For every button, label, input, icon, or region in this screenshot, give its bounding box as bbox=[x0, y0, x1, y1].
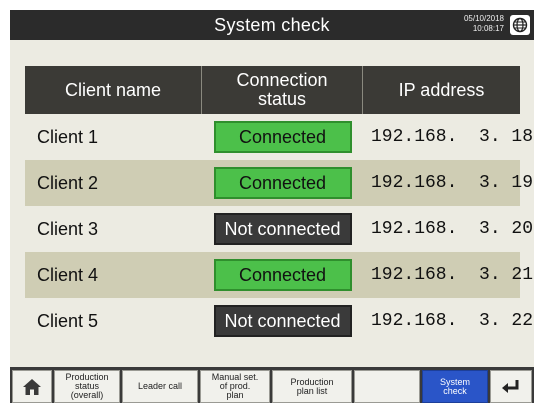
return-button[interactable] bbox=[490, 370, 532, 403]
column-header-connection-status: Connection status bbox=[202, 66, 363, 114]
table-header: Client name Connection status IP address bbox=[25, 66, 520, 114]
client-name: Client 2 bbox=[37, 172, 99, 193]
screen: System check 05/10/2018 10:08:17 Client … bbox=[10, 10, 534, 403]
status-cell: Connected bbox=[202, 160, 363, 206]
status-badge: Not connected bbox=[213, 305, 352, 337]
status-cell: Not connected bbox=[202, 298, 363, 344]
clock-date: 05/10/2018 bbox=[463, 14, 504, 23]
table-row: Client 2 Connected 192.168. 3. 19 bbox=[25, 160, 534, 206]
status-badge: Not connected bbox=[213, 213, 352, 245]
title-bar: System check 05/10/2018 10:08:17 bbox=[10, 10, 534, 40]
globe-icon[interactable] bbox=[510, 15, 530, 35]
ip-address: 192.168. 3. 22 bbox=[371, 311, 534, 331]
ip-address: 192.168. 3. 19 bbox=[371, 173, 534, 193]
clock: 05/10/2018 10:08:17 bbox=[444, 14, 504, 34]
table-row: Client 3 Not connected 192.168. 3. 20 bbox=[25, 206, 534, 252]
status-badge: Connected bbox=[213, 167, 352, 199]
manual-set-plan-button[interactable]: Manual set. of prod. plan bbox=[200, 370, 270, 403]
ip-address: 192.168. 3. 21 bbox=[371, 265, 534, 285]
client-name: Client 5 bbox=[37, 310, 99, 331]
client-name: Client 1 bbox=[37, 126, 99, 147]
client-table: Client name Connection status IP address… bbox=[25, 66, 534, 344]
home-button[interactable] bbox=[12, 370, 52, 403]
status-badge: Connected bbox=[213, 121, 352, 153]
status-cell: Connected bbox=[202, 114, 363, 160]
bottom-nav: Production status (overall) Leader call … bbox=[10, 367, 534, 403]
ip-address: 192.168. 3. 20 bbox=[371, 219, 534, 239]
ip-address: 192.168. 3. 18 bbox=[371, 127, 534, 147]
home-icon bbox=[21, 377, 43, 397]
return-icon bbox=[500, 378, 522, 396]
empty-nav-slot bbox=[354, 370, 420, 403]
table-row: Client 1 Connected 192.168. 3. 18 bbox=[25, 114, 534, 160]
system-check-button[interactable]: System check bbox=[422, 370, 488, 403]
leader-call-button[interactable]: Leader call bbox=[122, 370, 198, 403]
table-row: Client 4 Connected 192.168. 3. 21 bbox=[25, 252, 534, 298]
column-header-ip-address: IP address bbox=[398, 79, 485, 100]
column-header-client-name: Client name bbox=[25, 66, 202, 114]
status-cell: Not connected bbox=[202, 206, 363, 252]
production-plan-list-button[interactable]: Production plan list bbox=[272, 370, 352, 403]
status-cell: Connected bbox=[202, 252, 363, 298]
production-status-button[interactable]: Production status (overall) bbox=[54, 370, 120, 403]
table-row: Client 5 Not connected 192.168. 3. 22 bbox=[25, 298, 534, 344]
client-name: Client 4 bbox=[37, 264, 99, 285]
client-name: Client 3 bbox=[37, 218, 99, 239]
status-badge: Connected bbox=[213, 259, 352, 291]
clock-time: 10:08:17 bbox=[472, 24, 504, 33]
